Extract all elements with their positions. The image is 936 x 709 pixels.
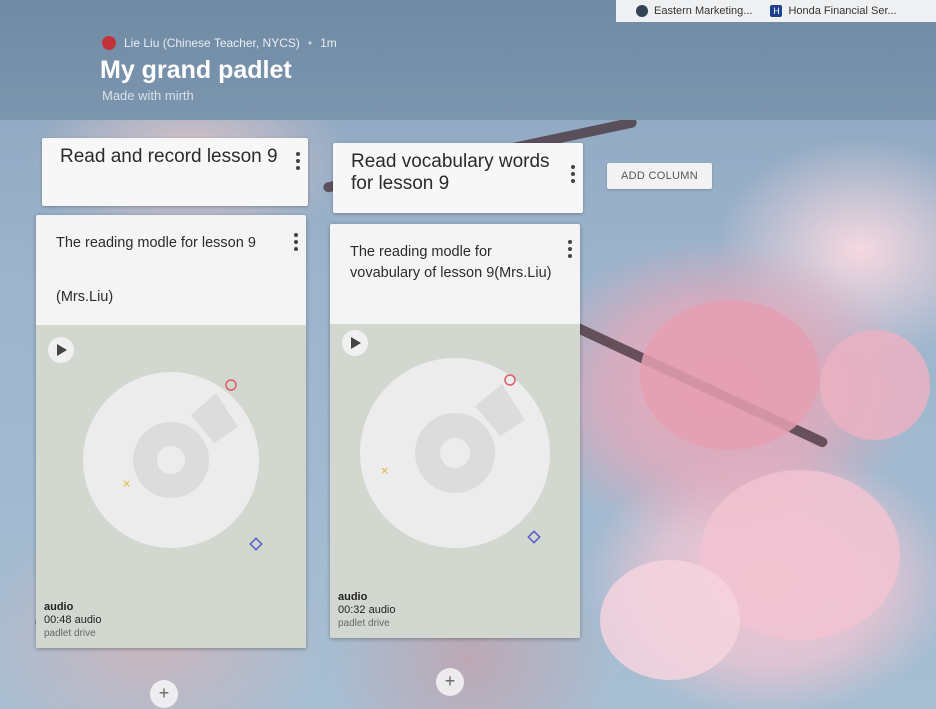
blossom-decoration (820, 330, 930, 440)
blossom-decoration (600, 560, 740, 680)
audio-disc-icon: × (360, 358, 550, 548)
page-title: My grand padlet (100, 56, 292, 84)
bookmarks-bar: Eastern Marketing... H Honda Financial S… (616, 0, 936, 22)
audio-attachment[interactable]: × audio 00:48 audio padlet drive (36, 325, 306, 648)
attachment-source: padlet drive (338, 618, 390, 629)
column-header-1: Read and record lesson 9 (42, 138, 308, 206)
bookmark-label: Honda Financial Ser... (788, 5, 897, 17)
attachment-type: audio (338, 591, 368, 603)
column-title[interactable]: Read and record lesson 9 (60, 146, 278, 168)
audio-disc-icon: × (83, 372, 263, 551)
column-header-2: Read vocabulary words for lesson 9 (333, 143, 583, 213)
audio-meta: audio 00:32 audio padlet drive (338, 591, 396, 630)
blossom-decoration (640, 300, 820, 450)
avatar[interactable] (102, 36, 116, 50)
post-card-2[interactable]: The reading modle for vovabulary of less… (330, 224, 580, 638)
honda-icon: H (770, 5, 783, 17)
author-row: Lie Liu (Chinese Teacher, NYCS) • 1m (102, 36, 337, 50)
post-title: The reading modle for lesson 9 (56, 235, 256, 251)
add-column-button[interactable]: ADD COLUMN (607, 163, 712, 189)
more-vert-icon[interactable] (296, 152, 300, 173)
audio-attachment[interactable]: × audio 00:32 audio padlet drive (330, 324, 580, 638)
svg-text:×: × (122, 477, 131, 490)
attachment-type: audio (44, 601, 74, 613)
add-post-button[interactable]: + (436, 668, 464, 696)
svg-text:×: × (380, 464, 389, 477)
separator: • (307, 36, 313, 50)
timestamp: 1m (320, 36, 337, 50)
audio-duration: 00:48 audio (44, 614, 102, 626)
padlet-header: Eastern Marketing... H Honda Financial S… (0, 0, 936, 120)
post-note: (Mrs.Liu) (56, 289, 114, 305)
bookmark-eastern[interactable]: Eastern Marketing... (636, 5, 752, 17)
bookmark-label: Eastern Marketing... (654, 5, 753, 17)
post-title: The reading modle for vovabulary of less… (350, 244, 552, 281)
author-name[interactable]: Lie Liu (Chinese Teacher, NYCS) (124, 36, 300, 50)
column-title[interactable]: Read vocabulary words for lesson 9 (351, 151, 553, 195)
site-icon (636, 5, 648, 17)
add-post-button[interactable]: + (150, 680, 178, 708)
more-vert-icon[interactable] (294, 233, 298, 254)
audio-meta: audio 00:48 audio padlet drive (44, 601, 102, 640)
attachment-source: padlet drive (44, 628, 96, 639)
post-card-1[interactable]: The reading modle for lesson 9 (Mrs.Liu)… (36, 215, 306, 648)
page-subtitle: Made with mirth (102, 88, 194, 103)
more-vert-icon[interactable] (568, 240, 572, 261)
bookmark-honda[interactable]: H Honda Financial Ser... (770, 5, 897, 17)
audio-duration: 00:32 audio (338, 604, 396, 616)
more-vert-icon[interactable] (571, 165, 575, 186)
